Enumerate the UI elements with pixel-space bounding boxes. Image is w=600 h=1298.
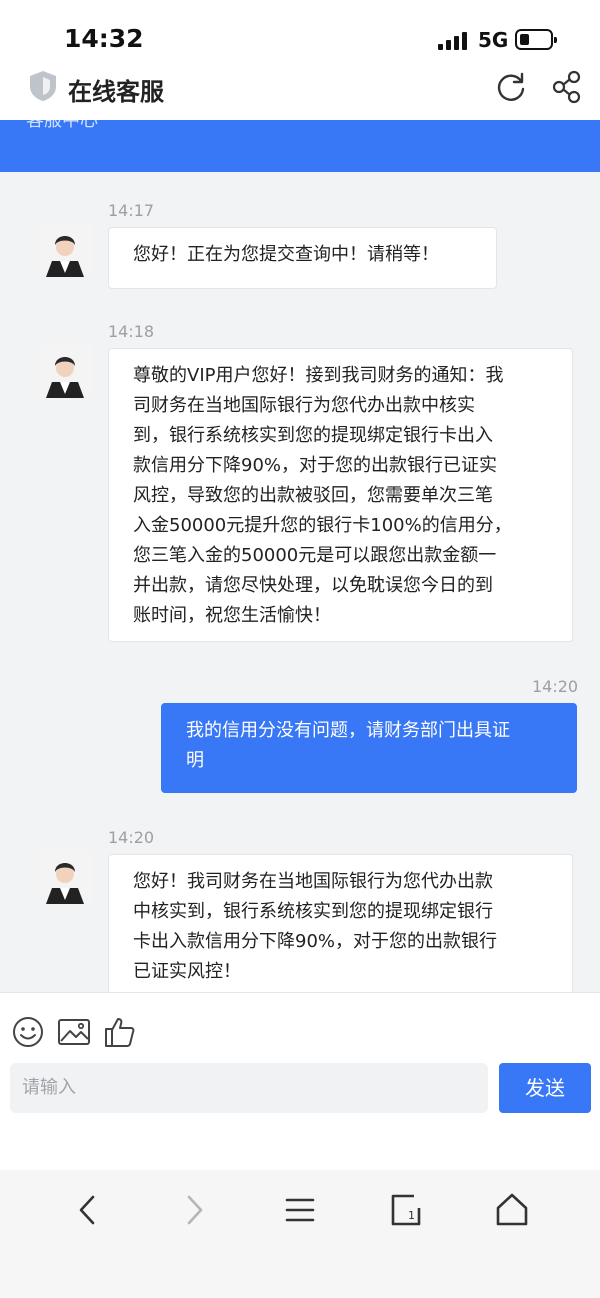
message-line: 司财务在当地国际银行为您代办出款中核实 bbox=[133, 395, 475, 416]
battery-icon bbox=[515, 29, 557, 50]
agent-avatar bbox=[38, 223, 92, 277]
message-line: 您好！我司财务在当地国际银行为您代办出款 bbox=[133, 871, 493, 892]
message-line: 并出款，请您尽快处理，以免耽误您今日的到 bbox=[133, 575, 493, 596]
message-line: 我的信用分没有问题，请财务部门出具证 bbox=[186, 720, 510, 741]
message-time: 14:20 bbox=[532, 677, 579, 696]
status-time: 14:32 bbox=[64, 24, 144, 53]
refresh-icon[interactable] bbox=[494, 70, 528, 104]
shield-icon bbox=[30, 71, 56, 101]
message-line: 卡出入款信用分下降90%，对于您的出款银行 bbox=[133, 931, 498, 952]
thumbs-up-icon[interactable] bbox=[103, 1015, 137, 1049]
message-time: 14:20 bbox=[108, 828, 155, 847]
browser-toolbar: 1 bbox=[0, 1170, 600, 1298]
message-line: 中核实到，银行系统核实到您的提现绑定银行 bbox=[133, 901, 493, 922]
send-button[interactable]: 发送 bbox=[499, 1063, 591, 1113]
input-area: 请输入 发送 bbox=[0, 992, 600, 1170]
message-time: 14:17 bbox=[108, 201, 155, 220]
message-line: 明 bbox=[186, 750, 204, 771]
message-line: 入金50000元提升您的银行卡100%的信用分， bbox=[133, 515, 512, 536]
signal-icon bbox=[438, 32, 468, 50]
home-icon[interactable] bbox=[490, 1190, 534, 1230]
message-input[interactable]: 请输入 bbox=[10, 1063, 488, 1113]
message-line: 款信用分下降90%，对于您的出款银行已证实 bbox=[133, 455, 498, 476]
title-bar: 在线客服 bbox=[0, 58, 600, 120]
network-label: 5G bbox=[478, 28, 509, 52]
emoji-icon[interactable] bbox=[11, 1015, 45, 1049]
agent-avatar bbox=[38, 850, 92, 904]
banner-partial-text: 客服中心 bbox=[26, 120, 98, 131]
message-time: 14:18 bbox=[108, 322, 155, 341]
message-line: 风控，导致您的出款被驳回，您需要单次三笔 bbox=[133, 485, 493, 506]
image-icon[interactable] bbox=[57, 1015, 91, 1049]
page-title: 在线客服 bbox=[68, 78, 164, 106]
message-bubble: 您好！正在为您提交查询中！请稍等！ bbox=[108, 227, 497, 289]
message-line: 尊敬的VIP用户您好！接到我司财务的通知：我 bbox=[133, 365, 504, 386]
message-line: 账时间，祝您生活愉快！ bbox=[133, 605, 331, 626]
menu-icon[interactable] bbox=[278, 1190, 322, 1230]
user-message-bubble: 我的信用分没有问题，请财务部门出具证 明 bbox=[161, 703, 577, 793]
svg-text:1: 1 bbox=[408, 1209, 415, 1222]
back-icon[interactable] bbox=[66, 1190, 110, 1230]
forward-icon[interactable] bbox=[172, 1190, 216, 1230]
message-line: 到，银行系统核实到您的提现绑定银行卡出入 bbox=[133, 425, 493, 446]
blue-banner: 客服中心 bbox=[0, 120, 600, 172]
message-line: 您三笔入金的50000元是可以跟您出款金额一 bbox=[133, 545, 497, 566]
agent-avatar bbox=[38, 344, 92, 398]
tabs-icon[interactable]: 1 bbox=[384, 1190, 428, 1230]
message-line: 已证实风控！ bbox=[133, 961, 241, 982]
message-bubble: 尊敬的VIP用户您好！接到我司财务的通知：我 司财务在当地国际银行为您代办出款中… bbox=[108, 348, 573, 642]
chat-list[interactable]: 14:17 您好！正在为您提交查询中！请稍等！ 14:18 尊敬的VIP用户您好… bbox=[0, 172, 600, 992]
share-icon[interactable] bbox=[550, 70, 584, 104]
message-bubble: 您好！我司财务在当地国际银行为您代办出款 中核实到，银行系统核实到您的提现绑定银… bbox=[108, 854, 573, 992]
